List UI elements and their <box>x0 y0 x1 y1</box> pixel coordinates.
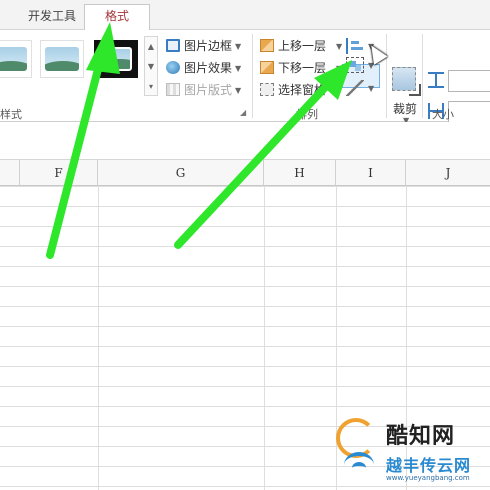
watermark-wifi-inner-icon <box>352 462 366 474</box>
send-backward-label: 下移一层 <box>278 61 327 75</box>
picture-border-button[interactable]: 图片边框 ▼ <box>166 36 241 56</box>
picture-effects-icon <box>166 61 180 74</box>
tab-format[interactable]: 格式 <box>84 4 150 31</box>
column-gridline <box>98 186 99 490</box>
picture-preview-icon <box>45 47 79 71</box>
chevron-down-icon: ▼ <box>235 64 242 73</box>
height-input[interactable] <box>448 70 490 92</box>
picture-border-icon <box>166 39 180 52</box>
picture-effects-button[interactable]: 图片效果 ▼ <box>166 58 241 78</box>
watermark-url: www.yueyangbang.com <box>386 474 470 482</box>
watermark-logo: 酷知网 越丰传云网 www.yueyangbang.com <box>328 410 490 490</box>
column-gridline <box>264 186 265 490</box>
picture-layout-button[interactable]: 图片版式 ▼ <box>166 80 241 100</box>
picture-border-label: 图片边框 <box>184 39 233 53</box>
selection-pane-label: 选择窗格 <box>278 83 327 97</box>
picture-effects-label: 图片效果 <box>184 61 233 75</box>
rotate-icon[interactable] <box>346 80 364 96</box>
gallery-down-icon[interactable]: ▼ <box>145 57 157 77</box>
selection-pane-button[interactable]: 选择窗格 <box>260 80 340 100</box>
picture-style-option-2[interactable] <box>40 40 84 78</box>
ribbon-panel: ▲ ▼ ▾ 图片边框 ▼ 图片效果 ▼ 图片版式 ▼ 样式 ◢ 上移一层 ▼ 下移一层 ▼… <box>0 30 490 125</box>
bring-forward-button[interactable]: 上移一层 ▼ <box>260 36 342 56</box>
tab-developer-tools[interactable]: 开发工具 <box>22 6 82 30</box>
picture-layout-icon <box>166 83 180 96</box>
gallery-scrollbar[interactable]: ▲ ▼ ▾ <box>144 36 158 96</box>
send-backward-icon <box>260 61 274 74</box>
picture-preview-icon <box>100 47 132 71</box>
width-input[interactable] <box>448 101 490 123</box>
column-header-i[interactable]: I <box>336 160 406 186</box>
column-header-j[interactable]: J <box>406 160 490 186</box>
size-group-label: 大小 <box>432 108 454 121</box>
column-header-f[interactable]: F <box>20 160 98 186</box>
dialog-launcher-icon[interactable]: ◢ <box>240 108 246 117</box>
gallery-more-icon[interactable]: ▾ <box>145 77 157 97</box>
arrange-group-label: 排列 <box>296 108 318 121</box>
align-icon[interactable] <box>346 38 364 54</box>
group-divider <box>422 34 423 118</box>
column-header-row: F G H I J <box>0 160 490 186</box>
watermark-title: 酷知网 <box>386 424 456 449</box>
group-divider <box>252 34 253 118</box>
group-divider <box>386 34 387 118</box>
picture-layout-label: 图片版式 <box>184 83 233 97</box>
height-icon <box>428 72 444 88</box>
ribbon-tab-bar: 开发工具 格式 <box>0 0 490 31</box>
crop-icon[interactable] <box>392 67 421 96</box>
style-group-label: 样式 <box>0 108 22 121</box>
chevron-down-icon[interactable]: ▼ <box>368 84 374 93</box>
picture-style-option-3[interactable] <box>94 40 138 78</box>
column-header-g[interactable]: G <box>98 160 264 186</box>
bring-forward-label: 上移一层 <box>278 39 327 53</box>
selection-pane-icon <box>260 83 274 96</box>
crop-button[interactable]: 裁剪 <box>393 100 417 117</box>
chevron-down-icon: ▼ <box>336 42 343 51</box>
gallery-up-icon[interactable]: ▲ <box>145 37 157 57</box>
bring-forward-icon <box>260 39 274 52</box>
picture-preview-icon <box>0 47 27 71</box>
send-backward-button[interactable]: 下移一层 ▼ <box>260 58 342 78</box>
formula-band <box>0 122 490 160</box>
group-objects-icon[interactable] <box>346 57 364 73</box>
column-header-blank <box>0 160 20 186</box>
chevron-down-icon: ▼ <box>235 86 242 95</box>
chevron-down-icon: ▼ <box>235 42 242 51</box>
picture-style-option-1[interactable] <box>0 40 32 78</box>
watermark-subtitle: 越丰传云网 <box>386 456 472 475</box>
column-header-h[interactable]: H <box>264 160 336 186</box>
